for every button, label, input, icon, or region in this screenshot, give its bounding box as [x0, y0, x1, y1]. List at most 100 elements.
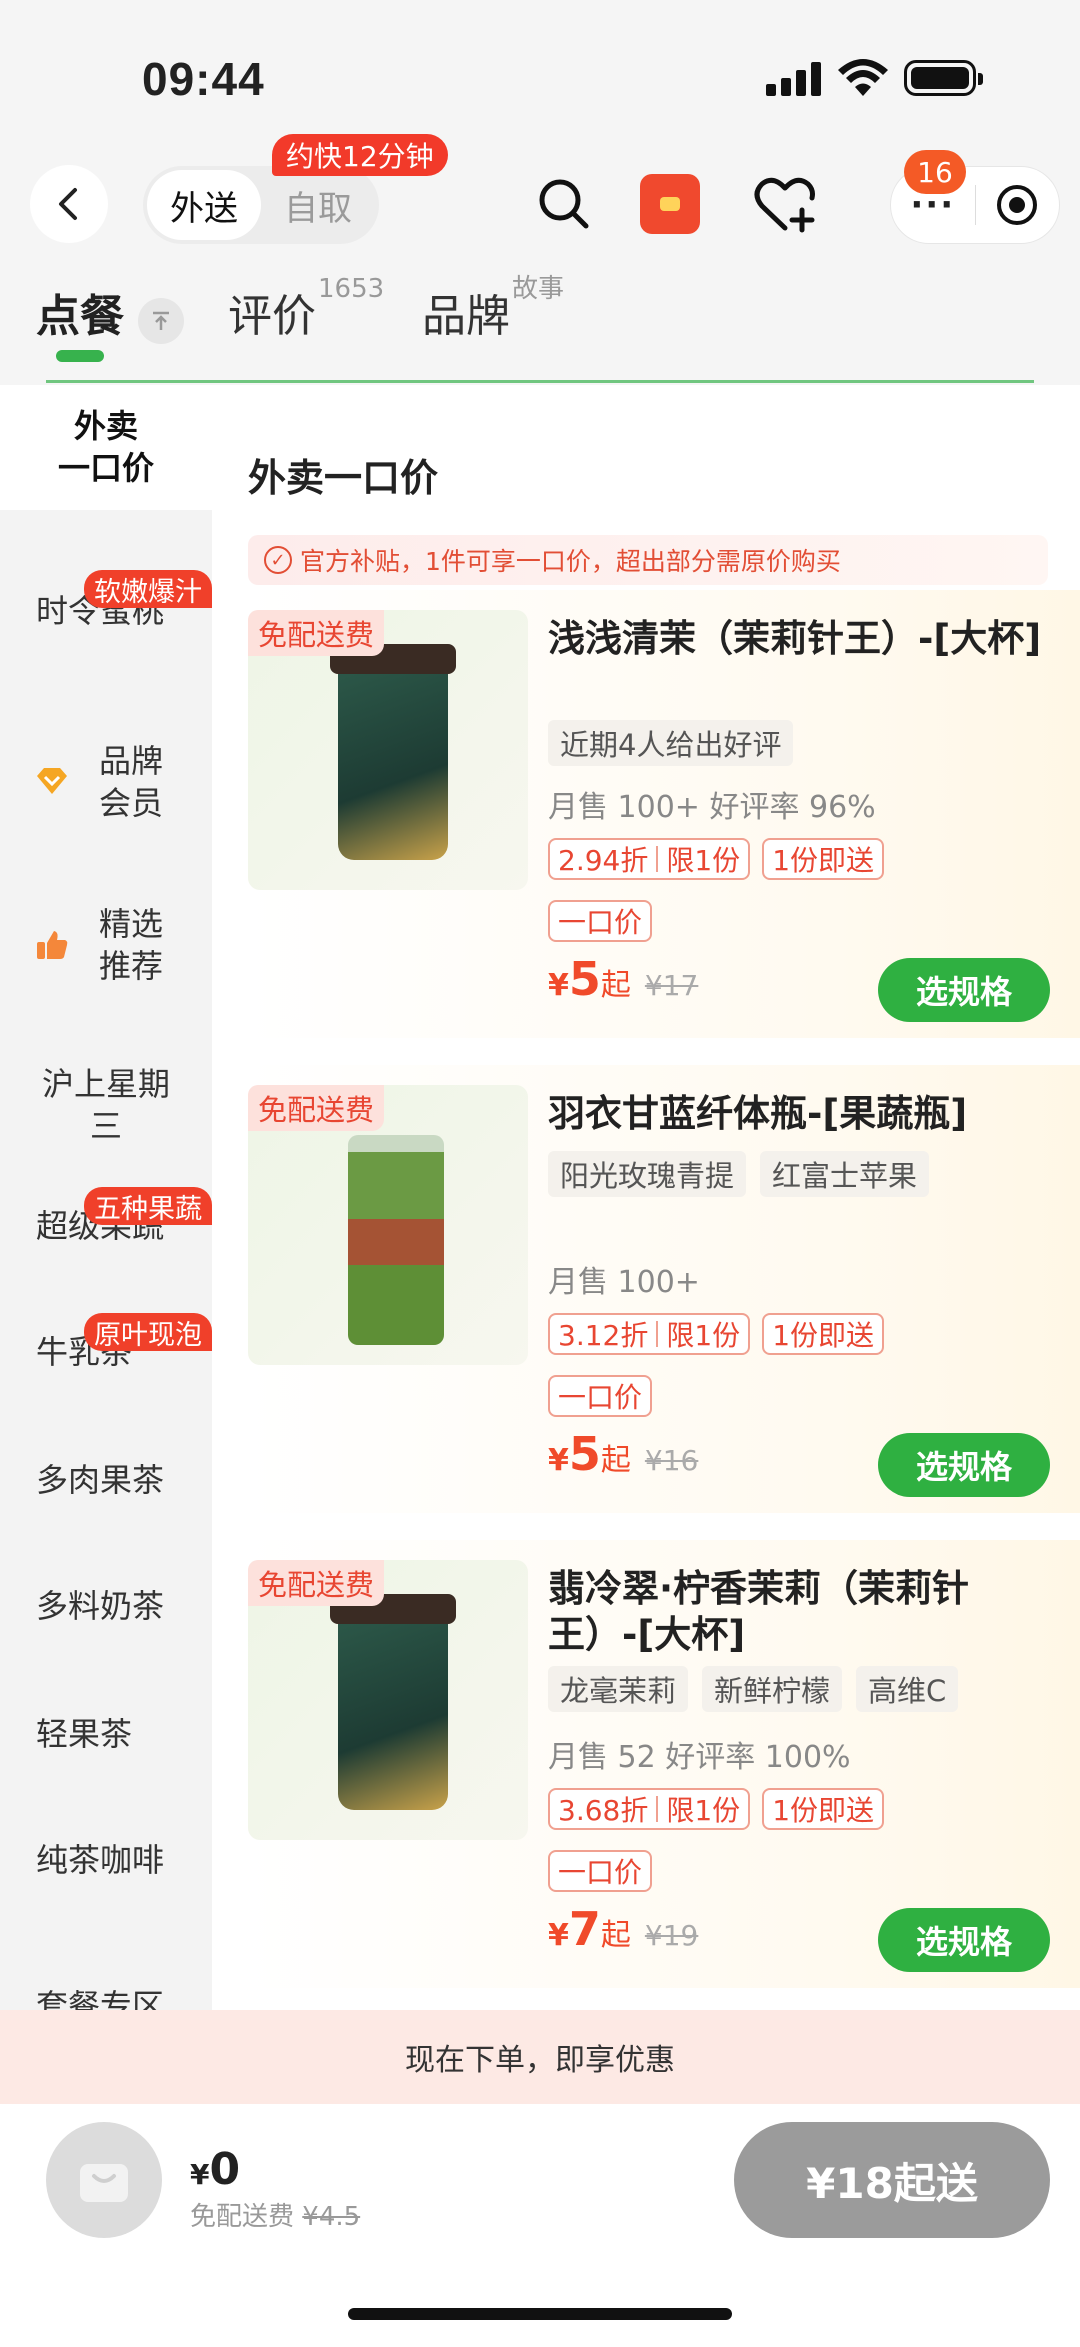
product-sales: 月售 100+ — [548, 1265, 700, 1300]
sidebar-item-label: 会员 — [98, 784, 163, 822]
discount-text: 3.12折 — [558, 1319, 649, 1352]
thumbs-up-icon — [34, 927, 70, 963]
sidebar-item-pure-tea[interactable]: 纯茶咖啡 — [0, 1839, 212, 1881]
delivery-mode-toggle[interactable]: 外送 自取 — [143, 166, 379, 244]
price-suffix: 起 — [600, 1443, 631, 1478]
promo-tags: 3.68折 限1份 1份即送 — [548, 1788, 885, 1830]
mode-pickup-option[interactable]: 自取 — [261, 170, 375, 240]
product-card[interactable]: 免配送费 翡冷翠·柠香茉莉（茉莉针王）-[大杯] 龙毫茉莉 新鲜柠檬 高维C 月… — [248, 1540, 1080, 1988]
price-row: ¥ 7 起 ¥19 — [548, 1902, 698, 1956]
fixed-price-tags: 一口价 — [548, 1850, 653, 1892]
price-currency: ¥ — [548, 1443, 569, 1478]
sidebar-item-fixed-price[interactable]: 外卖 一口价 — [0, 385, 212, 510]
search-icon[interactable] — [532, 172, 596, 236]
product-tag: 高维C — [856, 1666, 959, 1712]
free-delivery-tag: 免配送费 — [248, 1085, 385, 1131]
red-packet-icon[interactable] — [640, 174, 700, 234]
product-card[interactable]: 免配送费 羽衣甘蓝纤体瓶-[果蔬瓶] 阳光玫瑰青提 红富士苹果 月售 100+ … — [248, 1065, 1080, 1513]
limit-text: 限1份 — [666, 1319, 741, 1352]
sidebar-item-featured[interactable]: 精选 推荐 — [0, 903, 212, 987]
fixed-price-tag: 一口价 — [548, 1850, 653, 1892]
wifi-icon — [838, 58, 888, 98]
product-tag: 龙毫茉莉 — [548, 1666, 689, 1712]
mode-delivery-option[interactable]: 外送 — [147, 170, 261, 240]
product-name: 羽衣甘蓝纤体瓶-[果蔬瓶] — [548, 1092, 968, 1135]
deliver-tag: 1份即送 — [762, 838, 885, 880]
fixed-price-tags: 一口价 — [548, 900, 653, 942]
product-sales: 月售 52 好评率 100% — [548, 1740, 851, 1775]
close-target-button[interactable] — [976, 183, 1060, 227]
cart-button[interactable] — [46, 2122, 162, 2238]
brand-sup: 故事 — [512, 274, 565, 305]
discount-tag: 2.94折 限1份 — [548, 838, 751, 880]
price-row: ¥ 5 起 ¥16 — [548, 1427, 698, 1481]
limit-text: 限1份 — [666, 844, 741, 877]
back-button[interactable] — [30, 165, 108, 243]
sidebar-item-light-fruit[interactable]: 轻果茶 — [0, 1713, 212, 1755]
product-tag: 红富士苹果 — [760, 1151, 930, 1197]
eta-badge: 约快12分钟 — [272, 134, 448, 176]
tab-reviews[interactable]: 评价1653 — [228, 274, 384, 344]
price-value: 5 — [568, 1427, 601, 1481]
free-delivery-tag: 免配送费 — [248, 1560, 385, 1606]
sidebar-item-label: 三 — [89, 1107, 122, 1145]
cart-currency: ¥ — [190, 2158, 210, 2191]
sidebar-badge: 原叶现泡 — [84, 1313, 212, 1351]
discount-tag: 3.68折 限1份 — [548, 1788, 751, 1830]
sidebar-item-label: 沪上星期 — [41, 1065, 170, 1103]
price-currency: ¥ — [548, 1918, 569, 1953]
sidebar-item-label: 品牌 — [98, 742, 163, 780]
product-tags: 龙毫茉莉 新鲜柠檬 高维C — [548, 1666, 959, 1712]
select-spec-button[interactable]: 选规格 — [878, 1908, 1050, 1972]
sidebar-item-label: 推荐 — [98, 947, 163, 985]
subsidy-notice: ✓ 官方补贴，1件可享一口价，超出部分需原价购买 — [248, 535, 1048, 585]
tab-underline — [46, 380, 1034, 383]
price-row: ¥ 5 起 ¥17 — [548, 952, 698, 1006]
delivery-fee-label: 免配送费 — [190, 2202, 295, 2232]
price-suffix: 起 — [600, 1918, 631, 1953]
home-indicator — [348, 2308, 732, 2320]
tab-brand[interactable]: 品牌故事 — [422, 274, 564, 344]
promo-tags: 2.94折 限1份 1份即送 — [548, 838, 885, 880]
limit-text: 限1份 — [666, 1794, 741, 1827]
product-name: 浅浅清茉（茉莉针王）-[大杯] — [548, 617, 1042, 660]
checkout-button[interactable]: ¥18起送 — [734, 2122, 1050, 2238]
cart-total: ¥0 — [190, 2144, 240, 2195]
sidebar-item-milk-topping[interactable]: 多料奶茶 — [0, 1585, 212, 1627]
product-tags: 近期4人给出好评 — [548, 720, 794, 766]
delivery-fee-original: ¥4.5 — [302, 2202, 361, 2232]
category-sidebar: 外卖 一口价 时令蜜桃 软嫩爆汁 品牌 会员 精选 推荐 沪上星期 三 超级果蔬… — [0, 385, 212, 2010]
sidebar-item-member[interactable]: 品牌 会员 — [0, 740, 212, 824]
tea-cup-image — [330, 1594, 456, 1810]
tea-cup-image — [330, 644, 456, 860]
favorite-add-icon[interactable] — [752, 172, 818, 238]
price-suffix: 起 — [600, 968, 631, 1003]
sidebar-item-wednesday[interactable]: 沪上星期 三 — [0, 1063, 212, 1147]
price-currency: ¥ — [548, 968, 569, 1003]
product-tags: 阳光玫瑰青提 红富士苹果 — [548, 1151, 930, 1197]
sidebar-item-label: 轻果茶 — [36, 1715, 133, 1753]
select-spec-button[interactable]: 选规格 — [878, 1433, 1050, 1497]
sidebar-item-combo[interactable]: 套餐专区 — [0, 1985, 212, 2010]
product-list: 外卖一口价 ✓ 官方补贴，1件可享一口价，超出部分需原价购买 免配送费 浅浅清茉… — [212, 385, 1080, 2010]
battery-icon — [904, 60, 983, 96]
product-sales: 月售 100+ 好评率 96% — [548, 790, 876, 825]
fixed-price-tag: 一口价 — [548, 1375, 653, 1417]
chevron-left-icon — [59, 188, 77, 220]
product-card[interactable]: 免配送费 浅浅清茉（茉莉针王）-[大杯] 近期4人给出好评 月售 100+ 好评… — [248, 590, 1080, 1038]
sidebar-item-fruit-tea[interactable]: 多肉果茶 — [0, 1459, 212, 1501]
sidebar-item-label: 多料奶茶 — [36, 1587, 165, 1625]
promo-tags: 3.12折 限1份 1份即送 — [548, 1313, 885, 1355]
pin-top-icon[interactable] — [138, 298, 184, 344]
deliver-tag: 1份即送 — [762, 1313, 885, 1355]
original-price: ¥19 — [644, 1919, 699, 1952]
sidebar-item-label: 精选 — [98, 905, 163, 943]
product-tag: 新鲜柠檬 — [702, 1666, 843, 1712]
subsidy-notice-text: 官方补贴，1件可享一口价，超出部分需原价购买 — [300, 547, 841, 576]
sidebar-item-label: 多肉果茶 — [36, 1461, 165, 1499]
target-icon — [997, 185, 1038, 225]
tab-order[interactable]: 点餐 — [36, 280, 124, 344]
select-spec-button[interactable]: 选规格 — [878, 958, 1050, 1022]
sidebar-item-label: 纯茶咖啡 — [36, 1841, 165, 1879]
status-time: 09:44 — [142, 53, 265, 105]
